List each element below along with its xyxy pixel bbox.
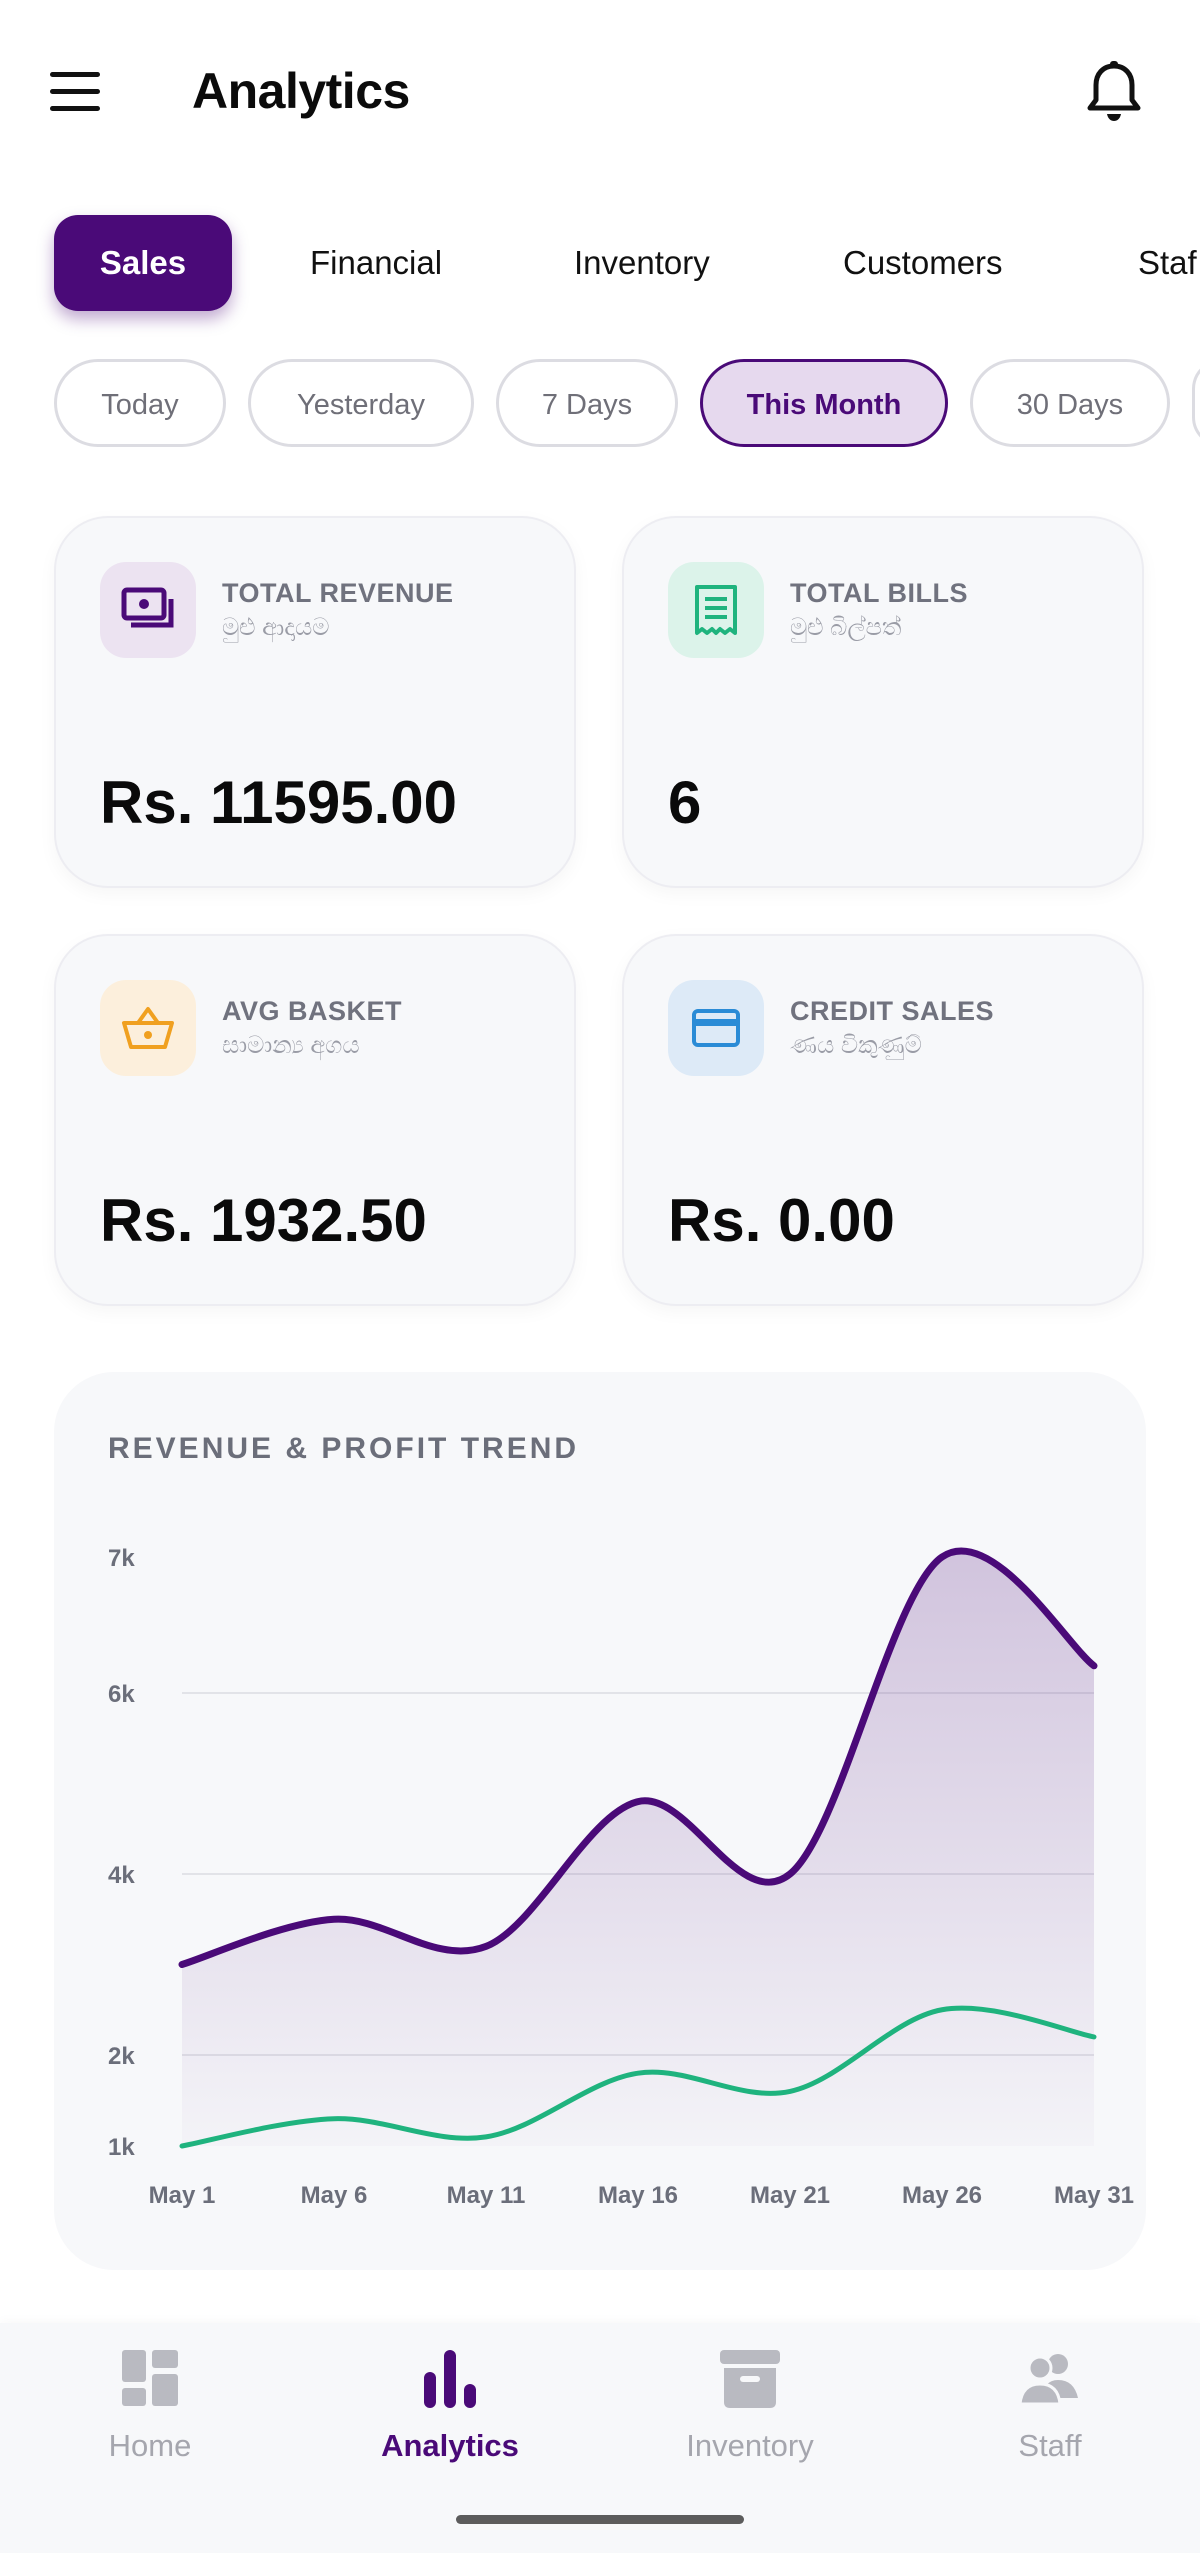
series-0-point xyxy=(941,1556,943,1558)
chart-x-tick-label: May 21 xyxy=(750,2182,830,2209)
chart-x-tick-label: May 31 xyxy=(1054,2182,1134,2209)
chart-x-tick-label: May 11 xyxy=(447,2182,526,2209)
series-0-point xyxy=(1093,1665,1095,1667)
chart-x-tick-label: May 16 xyxy=(598,2182,678,2209)
chart-x-tick-label: May 6 xyxy=(301,2182,368,2209)
series-1-point xyxy=(485,2136,487,2138)
nav-label: Inventory xyxy=(686,2428,814,2463)
chart-y-tick-label: 6k xyxy=(108,1681,135,1708)
chart-x-tick-label: May 1 xyxy=(149,2182,216,2209)
bar-chart-icon xyxy=(424,2350,476,2408)
chart-y-tick-label: 2k xyxy=(108,2043,135,2070)
series-1-point xyxy=(637,2072,639,2074)
nav-home[interactable]: Home xyxy=(50,2340,250,2480)
archive-box-icon xyxy=(720,2350,780,2408)
nav-inventory[interactable]: Inventory xyxy=(650,2340,850,2480)
series-1-point xyxy=(1093,2036,1095,2038)
chart-y-tick-label: 1k xyxy=(108,2134,135,2161)
revenue-profit-chart: 1k 2k 4k 6k 7k May 1 May 6 May 11 May 16 May 21 Ma… xyxy=(108,1545,1134,2209)
series-0-point xyxy=(637,1801,639,1803)
series-0-point xyxy=(333,1918,335,1920)
nav-staff[interactable]: Staff xyxy=(950,2340,1150,2480)
series-1-point xyxy=(789,2090,791,2092)
nav-label: Home xyxy=(108,2428,192,2463)
dashboard-icon xyxy=(122,2350,178,2406)
chart-y-tick-label: 4k xyxy=(108,1862,135,1889)
series-0-point xyxy=(181,1964,183,1966)
nav-analytics[interactable]: Analytics xyxy=(350,2340,550,2480)
series-0-point xyxy=(485,1945,487,1947)
nav-label: Analytics xyxy=(381,2428,519,2463)
series-0-point xyxy=(789,1873,791,1875)
chart-y-tick-label: 7k xyxy=(108,1545,135,1572)
series-1-point xyxy=(941,2009,943,2011)
series-1-point xyxy=(181,2145,183,2147)
series-1-point xyxy=(333,2118,335,2120)
series-area-0 xyxy=(182,1550,1094,2146)
chart-x-tick-label: May 26 xyxy=(902,2182,982,2209)
home-indicator xyxy=(456,2515,744,2524)
people-icon xyxy=(1018,2354,1078,2406)
nav-label: Staff xyxy=(1018,2428,1082,2463)
